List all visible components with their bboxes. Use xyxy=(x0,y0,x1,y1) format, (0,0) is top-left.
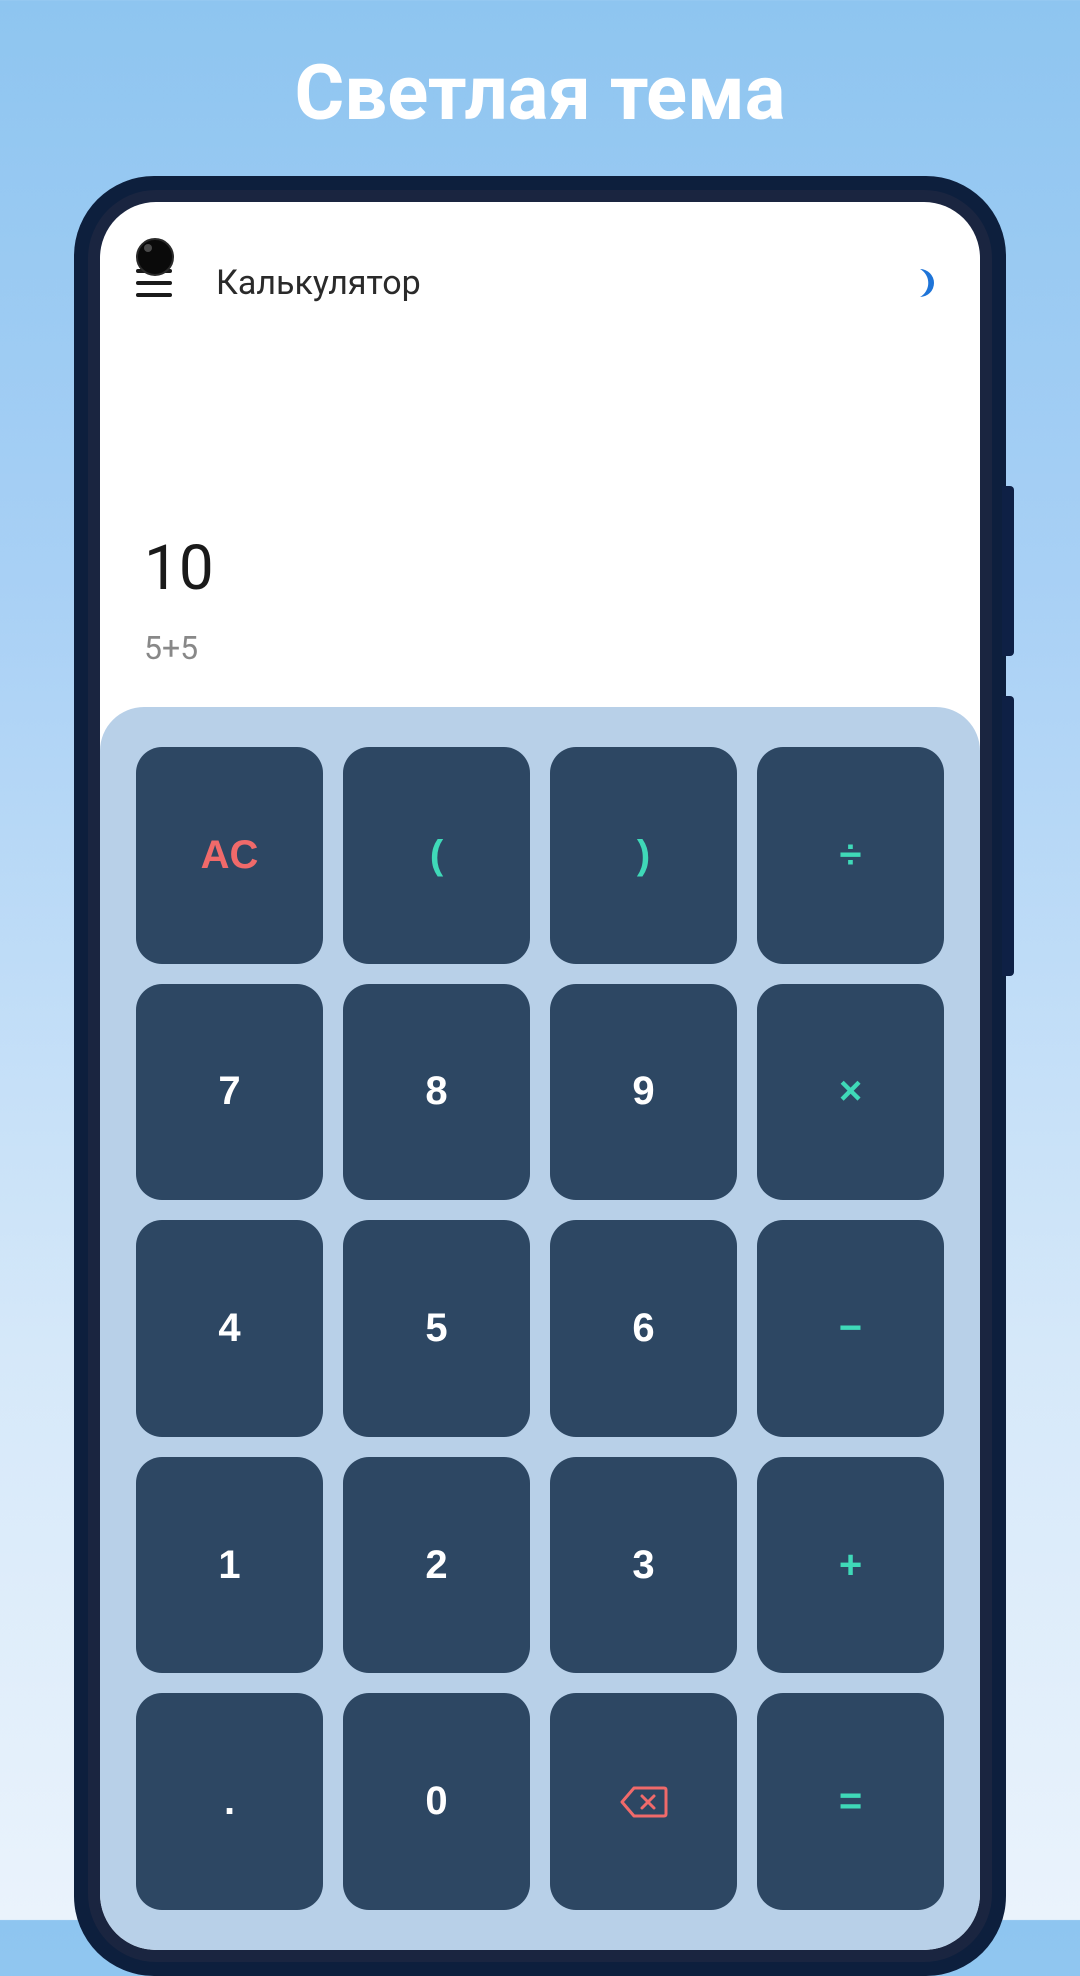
add-button[interactable]: + xyxy=(757,1457,944,1674)
digit-6-button[interactable]: 6 xyxy=(550,1220,737,1437)
backspace-button[interactable] xyxy=(550,1693,737,1910)
digit-4-button[interactable]: 4 xyxy=(136,1220,323,1437)
digit-8-button[interactable]: 8 xyxy=(343,984,530,1201)
phone-frame: Калькулятор 10 5+5 AC ( ) ÷ 7 8 9 × xyxy=(74,176,1006,1976)
decimal-button[interactable]: . xyxy=(136,1693,323,1910)
expression-display: 5+5 xyxy=(144,629,936,667)
digit-1-button[interactable]: 1 xyxy=(136,1457,323,1674)
moon-icon xyxy=(912,267,940,299)
multiply-button[interactable]: × xyxy=(757,984,944,1201)
app-header: Калькулятор xyxy=(100,202,980,332)
promo-title: Светлая тема xyxy=(0,0,1080,138)
digit-0-button[interactable]: 0 xyxy=(343,1693,530,1910)
open-paren-button[interactable]: ( xyxy=(343,747,530,964)
camera-hole xyxy=(136,238,174,276)
app-title: Калькулятор xyxy=(216,263,908,303)
phone-screen: Калькулятор 10 5+5 AC ( ) ÷ 7 8 9 × xyxy=(100,202,980,1950)
phone-bezel: Калькулятор 10 5+5 AC ( ) ÷ 7 8 9 × xyxy=(88,190,992,1962)
theme-toggle-button[interactable] xyxy=(908,265,944,301)
phone-side-button xyxy=(1002,696,1014,976)
digit-9-button[interactable]: 9 xyxy=(550,984,737,1201)
keypad-panel: AC ( ) ÷ 7 8 9 × 4 5 6 − 1 2 3 + . 0 xyxy=(100,707,980,1950)
display-area: 10 5+5 xyxy=(100,332,980,707)
close-paren-button[interactable]: ) xyxy=(550,747,737,964)
result-display: 10 xyxy=(144,532,936,605)
digit-7-button[interactable]: 7 xyxy=(136,984,323,1201)
digit-2-button[interactable]: 2 xyxy=(343,1457,530,1674)
equals-button[interactable]: = xyxy=(757,1693,944,1910)
digit-3-button[interactable]: 3 xyxy=(550,1457,737,1674)
digit-5-button[interactable]: 5 xyxy=(343,1220,530,1437)
divide-button[interactable]: ÷ xyxy=(757,747,944,964)
backspace-icon xyxy=(620,1784,668,1820)
clear-button[interactable]: AC xyxy=(136,747,323,964)
phone-side-button xyxy=(1002,486,1014,656)
subtract-button[interactable]: − xyxy=(757,1220,944,1437)
